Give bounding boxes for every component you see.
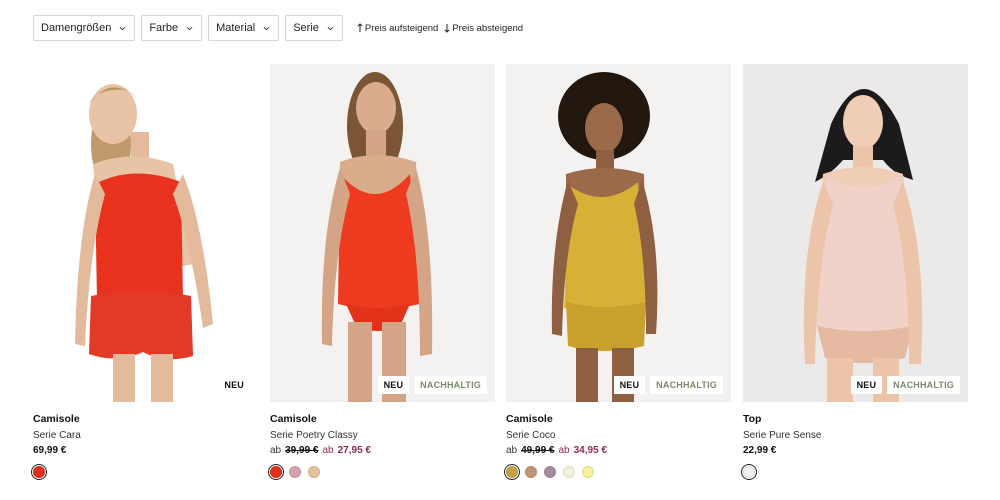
chevron-down-icon — [327, 26, 334, 30]
badge-group: NEU — [218, 376, 250, 394]
product-grid: NEU Camisole Serie Cara 69,99 € NEU NACH… — [30, 64, 968, 494]
filter-label: Damengrößen — [41, 22, 112, 34]
price-sale-prefix: ab — [558, 445, 570, 456]
arrow-down-icon — [444, 24, 450, 33]
product-image[interactable]: NEU NACHHALTIG — [506, 64, 731, 402]
badge-sustainable: NACHHALTIG — [650, 376, 723, 394]
filter-label: Serie — [293, 22, 319, 34]
color-swatches — [740, 463, 968, 481]
sort-price-descending[interactable]: Preis absteigend — [444, 23, 523, 34]
color-swatch-white[interactable] — [740, 463, 758, 481]
price-prefix: ab — [270, 445, 282, 456]
color-swatches — [30, 463, 258, 481]
arrow-up-icon — [357, 23, 363, 32]
color-swatch-cream[interactable] — [563, 466, 575, 478]
color-swatch-gold[interactable] — [503, 463, 521, 481]
product-price: 22,99 € — [743, 445, 968, 456]
product-card[interactable]: NEU NACHHALTIG Top Serie Pure Sense 22,9… — [740, 64, 968, 481]
model-photo — [551, 72, 658, 402]
model-photo — [803, 89, 923, 402]
product-card[interactable]: NEU NACHHALTIG Camisole Serie Coco ab 49… — [503, 64, 731, 481]
model-photo — [321, 72, 433, 402]
price-old: 49,99 € — [521, 445, 555, 456]
sort-asc-label: Preis aufsteigend — [364, 22, 439, 34]
color-swatch-yellow[interactable] — [582, 466, 594, 478]
filter-label: Material — [216, 22, 256, 34]
price-prefix: ab — [506, 445, 518, 456]
product-image[interactable]: NEU — [33, 64, 258, 402]
filter-material[interactable]: Material — [208, 15, 280, 41]
filter-label: Farbe — [149, 22, 179, 34]
color-swatch-red[interactable] — [30, 463, 48, 481]
color-swatch-beige[interactable] — [308, 466, 320, 478]
product-price: 69,99 € — [33, 445, 258, 456]
product-series: Serie Poetry Classy — [270, 430, 358, 441]
price-sale: 34,95 € — [573, 445, 607, 456]
product-title[interactable]: Camisole — [270, 413, 495, 425]
chevron-down-icon — [186, 26, 193, 30]
product-card[interactable]: NEU NACHHALTIG Camisole Serie Poetry Cla… — [267, 64, 495, 481]
product-series: Serie Cara — [33, 430, 81, 441]
chevron-down-icon — [119, 26, 126, 30]
product-card[interactable]: NEU Camisole Serie Cara 69,99 € — [30, 64, 258, 481]
price-sale-prefix: ab — [322, 445, 334, 456]
badge-group: NEU NACHHALTIG — [613, 376, 723, 394]
badge-new: NEU — [613, 376, 646, 394]
color-swatch-mauve[interactable] — [544, 466, 556, 478]
product-image[interactable]: NEU NACHHALTIG — [743, 64, 968, 402]
badge-new: NEU — [850, 376, 883, 394]
chevron-down-icon — [263, 26, 270, 30]
product-price: ab 49,99 € ab 34,95 € — [506, 445, 731, 456]
price-old: 39,99 € — [285, 445, 319, 456]
product-price: ab 39,99 € ab 27,95 € — [270, 445, 495, 456]
badge-new: NEU — [377, 376, 410, 394]
badge-sustainable: NACHHALTIG — [887, 376, 960, 394]
price-value: 22,99 € — [743, 445, 777, 456]
product-series: Serie Pure Sense — [743, 430, 822, 441]
badge-new: NEU — [218, 376, 250, 394]
badge-group: NEU NACHHALTIG — [377, 376, 487, 394]
product-title[interactable]: Camisole — [33, 413, 258, 425]
price-value: 69,99 € — [33, 445, 67, 456]
sort-price-ascending[interactable]: Preis aufsteigend — [357, 23, 438, 34]
color-swatch-rose[interactable] — [289, 466, 301, 478]
color-swatches — [267, 463, 495, 481]
product-series: Serie Coco — [506, 430, 556, 441]
badge-group: NEU NACHHALTIG — [850, 376, 960, 394]
color-swatches — [503, 463, 731, 481]
filter-damengroessen[interactable]: Damengrößen — [33, 15, 136, 41]
product-title[interactable]: Top — [743, 413, 968, 425]
price-sale: 27,95 € — [337, 445, 371, 456]
filter-serie[interactable]: Serie — [285, 15, 343, 41]
color-swatch-red[interactable] — [267, 463, 285, 481]
badge-sustainable: NACHHALTIG — [414, 376, 487, 394]
product-image[interactable]: NEU NACHHALTIG — [270, 64, 495, 402]
sort-desc-label: Preis absteigend — [452, 22, 524, 34]
filter-farbe[interactable]: Farbe — [141, 15, 203, 41]
filter-bar: Damengrößen Farbe Material Serie Preis a… — [33, 15, 523, 41]
product-title[interactable]: Camisole — [506, 413, 731, 425]
model-photo — [75, 84, 213, 402]
color-swatch-caramel[interactable] — [525, 466, 537, 478]
